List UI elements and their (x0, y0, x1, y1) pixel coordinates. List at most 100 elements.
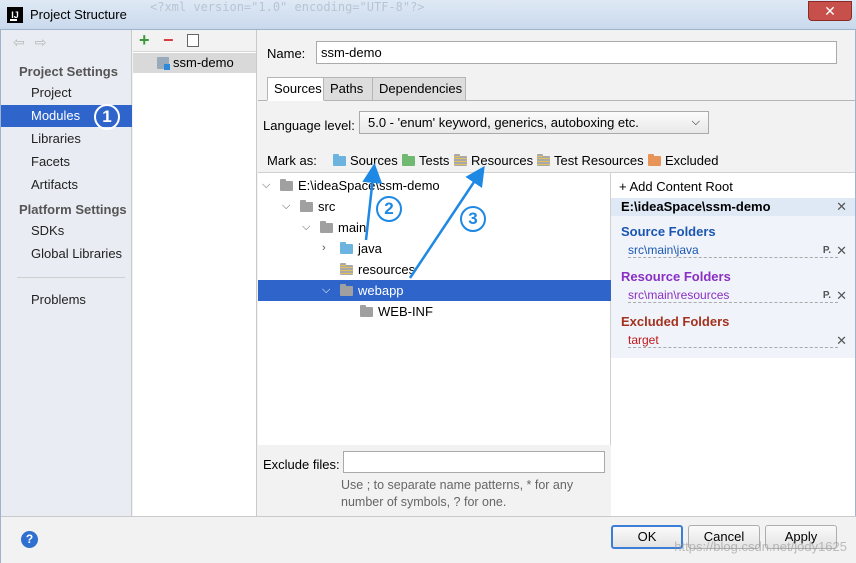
watermark: https://blog.csdn.net/jody1625 (674, 539, 847, 554)
mark-as-tests-button[interactable]: Tests (402, 153, 449, 168)
tree-node-java[interactable]: › java (258, 238, 611, 259)
sidebar-item-artifacts[interactable]: Artifacts (1, 174, 132, 196)
tree-node-label: java (358, 241, 382, 256)
module-settings-panel: Name: ssm-demo Sources Paths Dependencie… (258, 30, 855, 516)
tab-dependencies[interactable]: Dependencies (372, 77, 466, 101)
sidebar-item-project[interactable]: Project (1, 82, 132, 104)
source-folders-heading: Source Folders (621, 224, 716, 239)
sidebar-item-libraries[interactable]: Libraries (1, 128, 132, 150)
exclude-files-label: Exclude files: (263, 457, 340, 472)
nav-arrows: ⇦ ⇨ (13, 34, 56, 51)
mark-sources-label: Sources (350, 153, 398, 168)
excluded-folder-icon (648, 154, 661, 166)
remove-resource-folder-icon[interactable]: ✕ (836, 288, 847, 304)
dialog-content: ⇦ ⇨ Project Settings Project Modules Libr… (0, 30, 856, 563)
forward-arrow-icon[interactable]: ⇨ (35, 34, 47, 50)
window-title: Project Structure (30, 7, 127, 22)
tree-node-label: src (318, 199, 336, 214)
modules-toolbar: + − (133, 30, 256, 52)
expanded-arrow-icon[interactable]: ⌵ (262, 175, 270, 196)
plus-icon: + (619, 179, 630, 194)
tree-node-main[interactable]: ⌵ main (258, 217, 611, 238)
expanded-arrow-icon[interactable]: ⌵ (282, 196, 290, 217)
tree-node-label: E:\ideaSpace\ssm-demo (298, 178, 440, 193)
tree-node-label: webapp (358, 283, 404, 298)
mark-as-resources-button[interactable]: Resources (454, 153, 533, 168)
annotation-marker-3: 3 (460, 206, 486, 232)
source-folder-icon (340, 242, 353, 254)
window-close-button[interactable]: ✕ (808, 1, 852, 21)
folder-icon (340, 284, 353, 296)
module-name-field[interactable]: ssm-demo (316, 41, 837, 64)
exclude-files-hint: Use ; to separate name patterns, * for a… (341, 477, 603, 511)
add-content-root-button[interactable]: + Add Content Root (619, 179, 733, 194)
resource-folder-icon (340, 263, 353, 275)
modules-list-panel: + − ssm-demo (133, 30, 257, 516)
mark-as-excluded-button[interactable]: Excluded (648, 153, 718, 168)
source-folder-path: src\main\java (628, 243, 838, 258)
add-module-icon[interactable]: + (139, 30, 150, 51)
tree-node-src[interactable]: ⌵ src (258, 196, 611, 217)
excluded-folder-path: target (628, 333, 838, 348)
sidebar-item-facets[interactable]: Facets (1, 151, 132, 173)
folder-icon (320, 221, 333, 233)
hint-line-1: Use ; to separate name patterns, * for a… (341, 478, 574, 492)
tree-node-label: main (338, 220, 367, 235)
exclude-files-field[interactable] (343, 451, 605, 473)
ok-button[interactable]: OK (611, 525, 683, 549)
resource-folder-path: src\main\resources (628, 288, 838, 303)
tree-node-web-inf[interactable]: WEB-INF (258, 301, 611, 322)
sidebar-item-sdks[interactable]: SDKs (1, 220, 132, 242)
annotation-marker-1: 1 (94, 104, 120, 130)
tab-sources[interactable]: Sources (267, 77, 324, 101)
package-prefix-icon[interactable]: P. (823, 245, 831, 256)
directory-tree: ⌵ E:\ideaSpace\ssm-demo ⌵ src ⌵ main › j… (258, 172, 611, 445)
expanded-arrow-icon[interactable]: ⌵ (302, 217, 310, 238)
intellij-app-icon: IJ (7, 7, 23, 23)
sidebar-item-global-libraries[interactable]: Global Libraries (1, 243, 132, 265)
name-label: Name: (267, 46, 306, 61)
test-resources-folder-icon (537, 154, 550, 166)
content-root-path: E:\ideaSpace\ssm-demo ✕ (611, 198, 855, 216)
module-icon (157, 57, 170, 70)
remove-root-icon[interactable]: ✕ (836, 198, 847, 216)
tree-node-label: WEB-INF (378, 304, 433, 319)
background-editor-text: <?xml version="1.0" encoding="UTF-8"?> (150, 0, 425, 14)
resources-folder-icon (454, 154, 467, 166)
sidebar-divider (17, 277, 125, 278)
mark-as-sources-button[interactable]: Sources (333, 153, 398, 168)
back-arrow-icon[interactable]: ⇦ (13, 34, 25, 50)
mark-resources-label: Resources (471, 153, 534, 168)
mark-excluded-label: Excluded (665, 153, 719, 168)
platform-settings-heading: Platform Settings (19, 202, 127, 217)
remove-source-folder-icon[interactable]: ✕ (836, 243, 847, 259)
tests-folder-icon (402, 154, 415, 166)
language-level-select[interactable]: 5.0 - 'enum' keyword, generics, autoboxi… (359, 111, 709, 134)
remove-module-icon[interactable]: − (163, 30, 174, 51)
tree-node-resources[interactable]: resources (258, 259, 611, 280)
remove-excluded-folder-icon[interactable]: ✕ (836, 333, 847, 349)
copy-module-icon[interactable] (184, 32, 199, 47)
expanded-arrow-icon[interactable]: ⌵ (322, 280, 330, 301)
tree-node-webapp[interactable]: ⌵ webapp (258, 280, 611, 301)
help-icon[interactable]: ? (21, 531, 38, 548)
tab-paths[interactable]: Paths (323, 77, 373, 101)
add-content-root-label: Add Content Root (629, 179, 733, 194)
collapsed-arrow-icon[interactable]: › (322, 238, 326, 259)
content-root-folders: Source Folders src\main\java P. ✕ Resour… (611, 216, 855, 358)
folder-icon (300, 200, 313, 212)
sidebar-item-problems[interactable]: Problems (1, 289, 132, 311)
chevron-down-icon: ⌵ (691, 116, 700, 128)
tree-node-root[interactable]: ⌵ E:\ideaSpace\ssm-demo (258, 175, 611, 196)
settings-sidebar: ⇦ ⇨ Project Settings Project Modules Libr… (1, 30, 132, 516)
module-item-ssm-demo[interactable]: ssm-demo (133, 53, 256, 73)
mark-as-test-resources-button[interactable]: Test Resources (537, 153, 644, 168)
mark-test-resources-label: Test Resources (554, 153, 644, 168)
language-level-label: Language level: (263, 118, 355, 133)
dialog-footer: ? OK Cancel Apply https://blog.csdn.net/… (1, 516, 856, 563)
tree-node-label: resources (358, 262, 416, 277)
package-prefix-icon[interactable]: P. (823, 290, 831, 301)
resource-folders-heading: Resource Folders (621, 269, 731, 284)
folder-icon (360, 305, 373, 317)
content-roots-panel: + Add Content Root E:\ideaSpace\ssm-demo… (611, 172, 855, 516)
